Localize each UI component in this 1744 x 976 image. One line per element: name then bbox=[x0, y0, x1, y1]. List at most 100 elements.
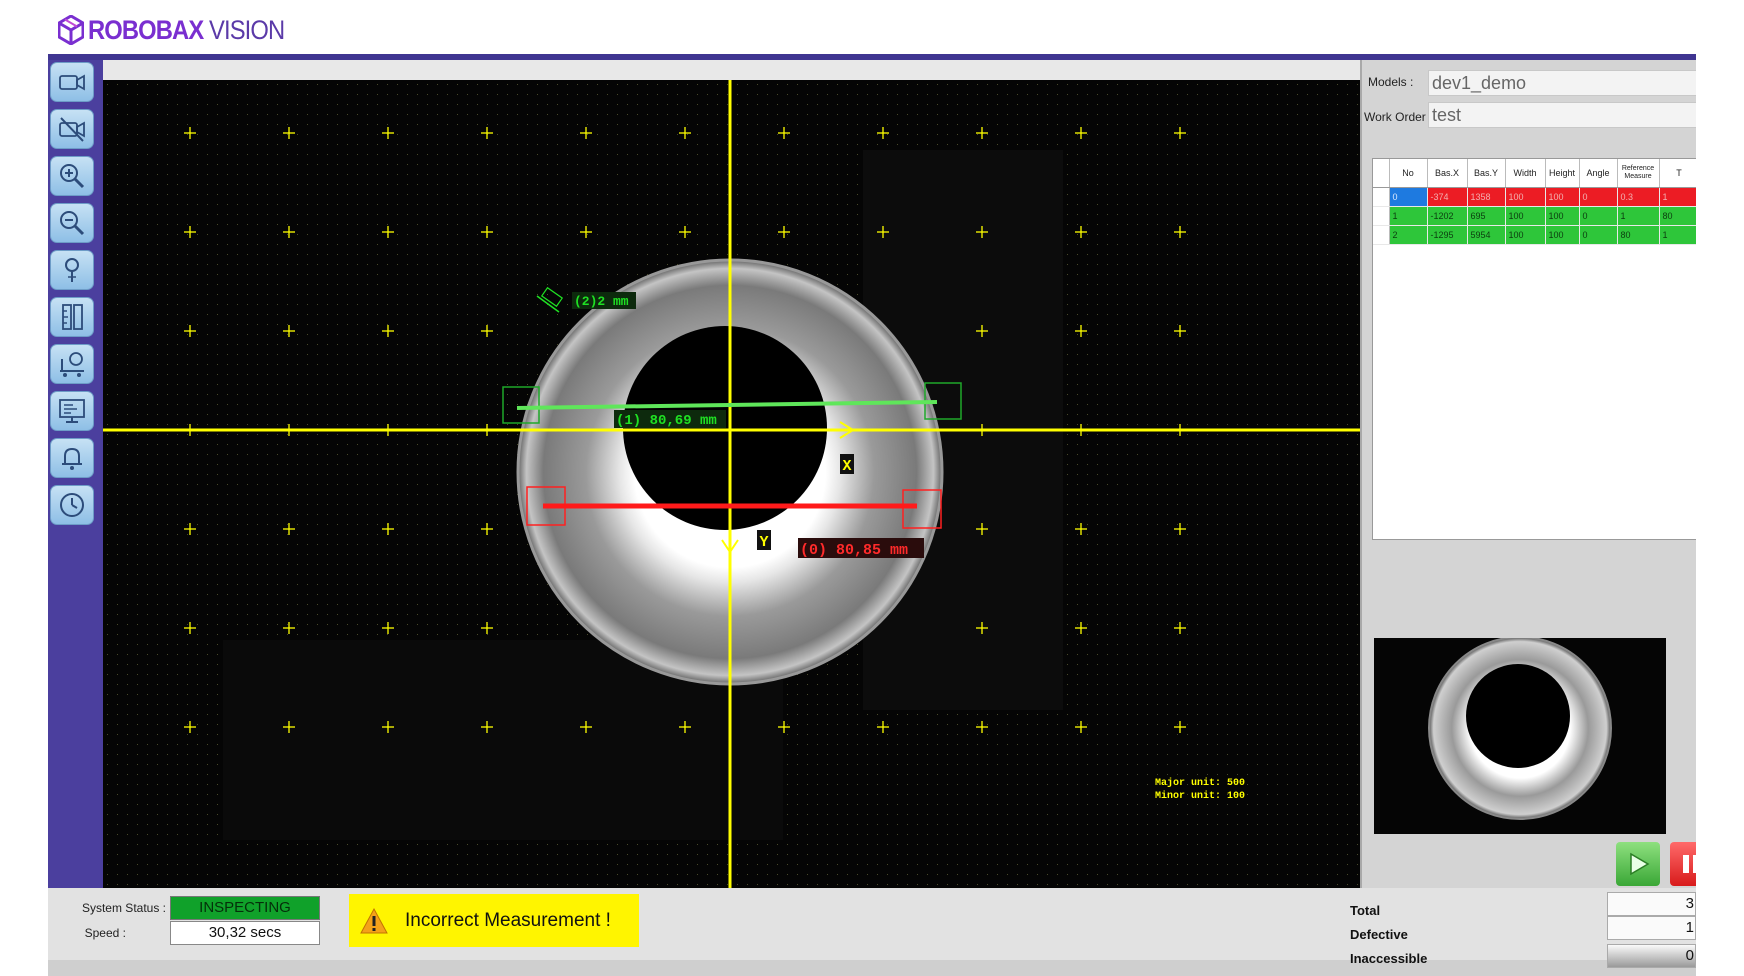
table-cell[interactable]: 1358 bbox=[1467, 187, 1506, 207]
table-cell[interactable]: 0 bbox=[1579, 206, 1618, 226]
table-cell[interactable]: 0 bbox=[1579, 187, 1618, 207]
camera-off-icon bbox=[59, 117, 85, 142]
x-axis-label: X bbox=[842, 458, 851, 475]
alert-banner: Incorrect Measurement ! bbox=[349, 894, 639, 947]
table-cell[interactable]: 100 bbox=[1505, 225, 1546, 245]
play-icon bbox=[1630, 852, 1650, 876]
table-cell[interactable]: 100 bbox=[1505, 206, 1546, 226]
conveyor-camera-button[interactable] bbox=[50, 344, 94, 384]
stop-button[interactable] bbox=[1670, 842, 1696, 886]
zoom-in-button[interactable] bbox=[50, 156, 94, 196]
total-label: Total bbox=[1350, 903, 1381, 918]
part-thumbnail bbox=[1374, 638, 1666, 834]
conveyor-camera-icon bbox=[60, 352, 84, 377]
camera-panel: X Y (1) 80,69 mm (0) 80,85 mm (2)2 mm Ma… bbox=[103, 60, 1360, 888]
brand-name-light: VISION bbox=[209, 14, 285, 45]
table-row[interactable]: 1 -1202 695 100 100 0 1 80 bbox=[1373, 206, 1696, 226]
cube-logo-icon bbox=[58, 15, 84, 45]
zoom-out-icon bbox=[60, 211, 85, 236]
camera-icon bbox=[59, 74, 85, 91]
column-header[interactable]: Reference Measure bbox=[1617, 159, 1660, 188]
system-status-label: System Status : bbox=[81, 901, 166, 915]
column-header[interactable]: T bbox=[1659, 159, 1696, 188]
table-cell[interactable]: 1 bbox=[1617, 206, 1660, 226]
camera-live-view[interactable]: X Y (1) 80,69 mm (0) 80,85 mm (2)2 mm Ma… bbox=[103, 80, 1360, 888]
zoom-out-button[interactable] bbox=[50, 203, 94, 243]
alarm-button[interactable] bbox=[50, 438, 94, 478]
status-bar: System Status : INSPECTING Speed : 30,32… bbox=[48, 888, 1696, 976]
monitor-icon bbox=[59, 399, 85, 423]
column-header[interactable]: Bas.X bbox=[1427, 159, 1468, 188]
clock-icon bbox=[60, 493, 84, 517]
column-header[interactable]: Angle bbox=[1579, 159, 1618, 188]
bottom-strip bbox=[48, 960, 1696, 976]
inaccessible-label: Inaccessible bbox=[1350, 951, 1428, 966]
inaccessible-value: 0 bbox=[1607, 944, 1696, 968]
bell-icon bbox=[62, 447, 82, 470]
column-header[interactable]: Width bbox=[1505, 159, 1546, 188]
table-cell[interactable]: 80 bbox=[1617, 225, 1660, 245]
table-cell[interactable]: 0 bbox=[1389, 187, 1428, 207]
table-row[interactable]: 2 -1295 5954 100 100 0 80 1 bbox=[1373, 225, 1696, 245]
tool-sidebar bbox=[48, 60, 103, 888]
app-window: X Y (1) 80,69 mm (0) 80,85 mm (2)2 mm Ma… bbox=[48, 60, 1696, 976]
camera-button[interactable] bbox=[50, 62, 94, 102]
row-selector[interactable] bbox=[1373, 206, 1390, 226]
column-header[interactable]: Height bbox=[1545, 159, 1580, 188]
alert-message: Incorrect Measurement ! bbox=[405, 909, 611, 931]
work-order-field[interactable]: test bbox=[1428, 102, 1696, 128]
monitor-button[interactable] bbox=[50, 391, 94, 431]
table-cell[interactable]: 0 bbox=[1579, 225, 1618, 245]
table-cell[interactable]: 100 bbox=[1545, 187, 1580, 207]
defective-value: 1 bbox=[1607, 916, 1696, 940]
play-button[interactable] bbox=[1616, 842, 1660, 886]
measure-1-label: (1) 80,69 mm bbox=[616, 413, 717, 429]
table-cell[interactable]: -1202 bbox=[1427, 206, 1468, 226]
table-cell[interactable]: -374 bbox=[1427, 187, 1468, 207]
history-button[interactable] bbox=[50, 485, 94, 525]
brand-logo: ROBOBAX VISION bbox=[58, 12, 295, 48]
system-status-value: INSPECTING bbox=[170, 896, 320, 920]
table-cell[interactable]: 100 bbox=[1505, 187, 1546, 207]
table-cell[interactable]: 2 bbox=[1389, 225, 1428, 245]
models-label: Models : bbox=[1368, 75, 1414, 89]
speed-label: Speed : bbox=[84, 926, 126, 940]
table-cell[interactable]: 1 bbox=[1659, 187, 1696, 207]
table-cell[interactable]: 5954 bbox=[1467, 225, 1506, 245]
table-cell[interactable]: 100 bbox=[1545, 206, 1580, 226]
camera-title-strip bbox=[103, 60, 1360, 80]
column-header[interactable]: No bbox=[1389, 159, 1428, 188]
major-unit-label: Major unit: 500 bbox=[1155, 777, 1245, 789]
measurement-grid: No Bas.X Bas.Y Width Height Angle Refere… bbox=[1373, 159, 1696, 245]
table-cell[interactable]: 80 bbox=[1659, 206, 1696, 226]
ruler-button[interactable] bbox=[50, 297, 94, 337]
row-selector[interactable] bbox=[1373, 187, 1390, 207]
table-cell[interactable]: 0.3 bbox=[1617, 187, 1660, 207]
models-field[interactable]: dev1_demo bbox=[1428, 70, 1696, 96]
thumbnail-image bbox=[1374, 638, 1666, 834]
table-cell[interactable]: 1 bbox=[1659, 225, 1696, 245]
ruler-icon bbox=[62, 304, 83, 330]
zoom-in-icon bbox=[60, 164, 85, 189]
probe-icon bbox=[65, 258, 79, 282]
speed-value: 30,32 secs bbox=[170, 921, 320, 945]
table-header: No Bas.X Bas.Y Width Height Angle Refere… bbox=[1373, 159, 1696, 188]
measurement-table: No Bas.X Bas.Y Width Height Angle Refere… bbox=[1372, 158, 1696, 540]
total-value: 3 bbox=[1607, 892, 1696, 916]
stop-icon bbox=[1683, 855, 1696, 873]
probe-button[interactable] bbox=[50, 250, 94, 290]
camera-off-button[interactable] bbox=[50, 109, 94, 149]
table-cell[interactable]: -1295 bbox=[1427, 225, 1468, 245]
table-cell[interactable]: 100 bbox=[1545, 225, 1580, 245]
table-cell[interactable]: 1 bbox=[1389, 206, 1428, 226]
defective-label: Defective bbox=[1350, 927, 1408, 942]
table-cell[interactable]: 695 bbox=[1467, 206, 1506, 226]
measure-2-label: (2)2 mm bbox=[574, 294, 629, 309]
column-header[interactable]: Bas.Y bbox=[1467, 159, 1506, 188]
minor-unit-label: Minor unit: 100 bbox=[1155, 790, 1245, 802]
row-selector[interactable] bbox=[1373, 225, 1390, 245]
row-selector-header bbox=[1373, 159, 1390, 188]
brand-name-bold: ROBOBAX bbox=[88, 14, 204, 45]
table-row[interactable]: 0 -374 1358 100 100 0 0.3 1 bbox=[1373, 187, 1696, 207]
warning-icon bbox=[360, 907, 388, 933]
